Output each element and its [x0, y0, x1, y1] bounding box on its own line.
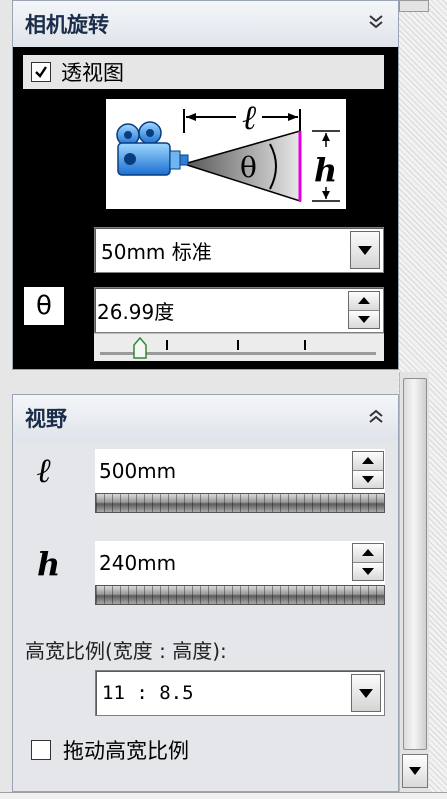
angle-spinner-down[interactable]: [349, 310, 379, 328]
camera-rotation-panel: 相机旋转 透视图 ℓ θ h 50mm 标准 θ 26.99度: [12, 0, 399, 370]
field-of-view-title: 视野: [25, 407, 67, 431]
field-of-view-header[interactable]: 视野: [13, 395, 398, 441]
height-spinner-down[interactable]: [353, 562, 383, 580]
aspect-ratio-value: 11 : 8.5: [102, 682, 194, 704]
checkmark-icon: [35, 66, 47, 78]
slider-thumb[interactable]: [132, 337, 148, 359]
diagram-angle-label: θ: [240, 151, 257, 184]
angle-symbol: θ: [36, 291, 52, 321]
length-symbol: ℓ: [37, 451, 52, 491]
perspective-row[interactable]: 透视图: [23, 55, 384, 89]
spinner-up-icon: [362, 457, 374, 465]
lens-dropdown-value: 50mm 标准: [101, 239, 212, 264]
dropdown-arrow-icon: [359, 688, 373, 698]
lens-dropdown[interactable]: 50mm 标准: [94, 227, 384, 273]
aspect-ratio-dropdown[interactable]: 11 : 8.5: [95, 670, 385, 716]
height-input[interactable]: 240mm: [95, 541, 385, 585]
height-thumbwheel[interactable]: [95, 585, 385, 605]
height-value: 240mm: [99, 551, 177, 575]
angle-slider[interactable]: [94, 333, 384, 361]
drag-aspect-label: 拖动高宽比例: [63, 739, 189, 763]
camera-rotation-title: 相机旋转: [25, 13, 109, 37]
spinner-up-icon: [358, 297, 370, 305]
aspect-ratio-dropdown-button[interactable]: [351, 674, 381, 712]
angle-symbol-box: θ: [24, 287, 64, 325]
vertical-scrollbar[interactable]: [399, 372, 429, 792]
length-input[interactable]: 500mm: [95, 449, 385, 493]
spinner-up-icon: [362, 549, 374, 557]
length-thumbwheel[interactable]: [95, 493, 385, 513]
chevron-double-up-icon[interactable]: [368, 409, 384, 429]
slider-tick: [237, 340, 239, 350]
scrollbar-top-cap: [399, 0, 429, 12]
perspective-label: 透视图: [61, 61, 124, 85]
angle-spinner-up[interactable]: [349, 292, 379, 311]
camera-icon: [116, 121, 189, 176]
camera-rotation-body: 透视图 ℓ θ h 50mm 标准 θ 26.99度: [13, 47, 398, 369]
dropdown-arrow-icon: [358, 245, 372, 255]
scrollbar-down-button[interactable]: [402, 754, 428, 788]
drag-aspect-checkbox[interactable]: [31, 740, 51, 760]
slider-tick: [304, 340, 306, 350]
field-of-view-panel: 视野 ℓ 500mm h 240mm 高宽比例(宽度 : 高度): 11 : 8…: [12, 394, 399, 792]
length-spinner-down[interactable]: [353, 470, 383, 488]
drag-aspect-row[interactable]: 拖动高宽比例: [31, 735, 189, 765]
height-symbol: h: [37, 545, 61, 583]
perspective-checkbox[interactable]: [31, 62, 51, 82]
scrollbar-thumb[interactable]: [403, 378, 427, 750]
angle-input[interactable]: 26.99度: [94, 287, 384, 333]
bottom-border: [0, 792, 447, 799]
slider-tick: [166, 340, 168, 350]
length-spinner-up[interactable]: [353, 452, 383, 471]
chevron-double-down-icon[interactable]: [368, 13, 384, 33]
spinner-down-icon: [362, 475, 374, 483]
lens-dropdown-button[interactable]: [350, 231, 380, 269]
length-spinner[interactable]: [352, 451, 384, 489]
aspect-ratio-label: 高宽比例(宽度 : 高度):: [25, 639, 227, 663]
diagram-length-label: ℓ: [242, 99, 256, 138]
camera-rotation-header[interactable]: 相机旋转: [13, 1, 398, 47]
height-spinner[interactable]: [352, 543, 384, 581]
camera-diagram: ℓ θ h: [106, 98, 346, 209]
angle-value: 26.99度: [97, 299, 175, 324]
spinner-down-icon: [362, 567, 374, 575]
diagram-height-label: h: [314, 151, 337, 189]
scroll-down-arrow-icon: [409, 767, 421, 775]
spinner-down-icon: [358, 315, 370, 323]
length-value: 500mm: [99, 459, 177, 483]
height-spinner-up[interactable]: [353, 544, 383, 563]
angle-spinner[interactable]: [348, 291, 380, 329]
